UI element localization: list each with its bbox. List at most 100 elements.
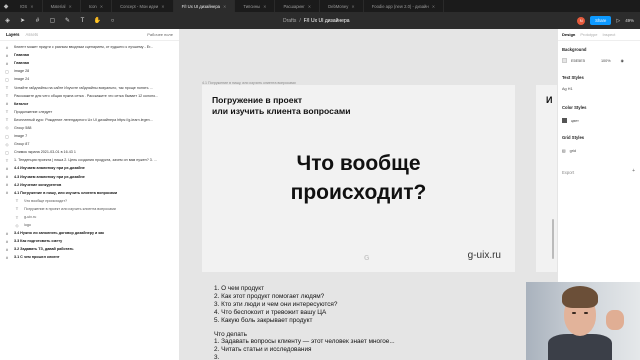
close-icon[interactable]: ✕ bbox=[263, 4, 266, 9]
tab-bar: ◆ IOS ✕ Material ✕ Icon ✕ Concept - Мои иде… bbox=[0, 0, 640, 12]
background-opacity[interactable]: 100% bbox=[601, 59, 611, 63]
layer-row[interactable]: #3.2 Задавать ТЗ, давай работать bbox=[0, 245, 179, 253]
slide-question: Что вообще происходит? bbox=[202, 149, 515, 207]
tab-ios[interactable]: IOS ✕ bbox=[12, 0, 43, 12]
layer-row[interactable]: T Бесплатный курс: Рождение легендарного … bbox=[0, 116, 179, 124]
layer-row[interactable]: T Продолжение следует bbox=[0, 108, 179, 116]
tab-material[interactable]: Material ✕ bbox=[43, 0, 81, 12]
add-export-icon[interactable]: + bbox=[632, 168, 635, 174]
figma-menu-icon[interactable]: ◆ bbox=[0, 0, 12, 12]
background-hex[interactable]: E5E5E5 bbox=[571, 59, 585, 63]
layer-label: Погружение в проект или изучить клиента … bbox=[24, 206, 116, 211]
layer-row[interactable]: #4.2 Изучение конкурентов bbox=[0, 181, 179, 189]
tab-design[interactable]: Design bbox=[562, 32, 575, 37]
layer-row[interactable]: T Расскажите для чего общая нужна сетка .… bbox=[0, 92, 179, 100]
layer-row[interactable]: # Главная bbox=[0, 59, 179, 67]
layer-row[interactable]: #3.1 С чем прошел клиент bbox=[0, 253, 179, 261]
main-menu-icon[interactable]: ◈ bbox=[0, 12, 15, 29]
tab-concept[interactable]: Concept - Мои идеи ✕ bbox=[112, 0, 174, 12]
layer-row[interactable]: # Главная bbox=[0, 51, 179, 59]
hand-tool-icon[interactable]: ✋ bbox=[90, 12, 105, 29]
background-swatch[interactable] bbox=[562, 58, 567, 63]
layer-row[interactable]: #4.1 Погружение в нишу, или изучить клие… bbox=[0, 189, 179, 197]
slide-frame[interactable]: Погружение в проект или изучить клиента … bbox=[202, 85, 515, 272]
tab-label: F/I Ux UI дизайнера bbox=[181, 3, 220, 9]
layer-type-icon: # bbox=[5, 254, 9, 260]
tab-foodie[interactable]: Foodie app (new 2.0) - дизайн ✕ bbox=[364, 0, 445, 12]
tab-sharing[interactable]: Расшаринг ✕ bbox=[275, 0, 321, 12]
layer-row[interactable]: ▢ image 7 bbox=[0, 132, 179, 140]
layer-row[interactable]: #3.4 Нужно ли заполнять договор дизайнер… bbox=[0, 229, 179, 237]
close-icon[interactable]: ✕ bbox=[351, 4, 354, 9]
canvas[interactable]: 4.1 Погружение в нишу, или изучить клиен… bbox=[180, 29, 557, 360]
tab-inspect[interactable]: Inspect bbox=[602, 32, 615, 37]
question-line: Что вообще bbox=[296, 152, 421, 175]
layer-row[interactable]: #4.3 Изучаем аналитику при ре-дизайне bbox=[0, 173, 179, 181]
present-icon[interactable]: ▷ bbox=[616, 18, 620, 24]
pen-tool-icon[interactable]: ✎ bbox=[60, 12, 75, 29]
tab-current-file[interactable]: F/I Ux UI дизайнера ✕ bbox=[173, 0, 236, 12]
tab-label: Concept - Мои идеи bbox=[120, 3, 159, 9]
tab-debmoney[interactable]: DebMoney ✕ bbox=[320, 0, 364, 12]
tab-icon[interactable]: Icon ✕ bbox=[81, 0, 113, 12]
close-icon[interactable]: ✕ bbox=[432, 4, 435, 9]
breadcrumb: Drafts / F/I Ux UI дизайнера bbox=[283, 12, 350, 29]
zoom-level[interactable]: 49% bbox=[625, 18, 634, 23]
color-style-row[interactable]: цвет bbox=[562, 118, 579, 123]
notes-text-block[interactable]: 1. О чем продукт 2. Как этот продукт пом… bbox=[214, 285, 395, 360]
close-icon[interactable]: ✕ bbox=[30, 4, 33, 9]
left-panel-tabs: Layers Assets Рабочее поле bbox=[0, 29, 179, 41]
layer-row[interactable]: T Что вообще происходит? bbox=[0, 197, 179, 205]
layer-label: 4.2 Изучение конкурентов bbox=[14, 182, 62, 187]
layer-row[interactable]: ▢ image 28 bbox=[0, 67, 179, 75]
layer-row[interactable]: ◇ logo bbox=[0, 221, 179, 229]
close-icon[interactable]: ✕ bbox=[68, 4, 71, 9]
tab-layers[interactable]: Layers bbox=[6, 32, 20, 37]
layer-row[interactable]: #4.4 Изучаем аналитику при ре-дизайне bbox=[0, 164, 179, 172]
close-icon[interactable]: ✕ bbox=[308, 4, 311, 9]
layer-row[interactable]: ▢ image 24 bbox=[0, 75, 179, 83]
eye-icon[interactable]: ◉ bbox=[621, 58, 624, 63]
layer-row[interactable]: # Клиент может придти с разным вводным сц… bbox=[0, 43, 179, 51]
presenter-eye bbox=[584, 312, 588, 314]
breadcrumb-current[interactable]: F/I Ux UI дизайнера bbox=[304, 18, 350, 24]
breadcrumb-parent[interactable]: Drafts bbox=[283, 18, 296, 24]
frame-tool-icon[interactable]: # bbox=[30, 12, 45, 29]
close-icon[interactable]: ✕ bbox=[223, 4, 226, 9]
grid-style-row[interactable]: ▥ grid bbox=[562, 148, 576, 154]
layer-row[interactable]: ◇ Group 588 bbox=[0, 124, 179, 132]
share-button[interactable]: Share bbox=[590, 16, 612, 25]
background-color-row[interactable]: E5E5E5 100% ◉ bbox=[562, 58, 624, 63]
shape-tool-icon[interactable]: ▢ bbox=[45, 12, 60, 29]
layer-row[interactable]: #3.3 Как подготовить смету bbox=[0, 237, 179, 245]
layer-label: 3.4 Нужно ли заполнять договор дизайнеру… bbox=[14, 231, 105, 236]
page-selector[interactable]: Рабочее поле bbox=[147, 32, 173, 37]
layer-row[interactable]: ◇ Group 87 bbox=[0, 140, 179, 148]
layer-label: Снимок экрана 2021-03-01 в 16.43 1 bbox=[14, 150, 76, 155]
layer-row[interactable]: T 1. Тенденция проекта | ниша 2. Цель соз… bbox=[0, 156, 179, 164]
slide-title-line: Погружение в проект bbox=[212, 95, 303, 105]
layer-label: Клиент может придти с разным вводным сце… bbox=[14, 45, 154, 50]
layer-type-icon: ▢ bbox=[5, 133, 9, 139]
tab-assets[interactable]: Assets bbox=[26, 32, 39, 37]
move-tool-icon[interactable]: ➤ bbox=[15, 12, 30, 29]
tab-tipsiny[interactable]: Типсины ✕ bbox=[235, 0, 276, 12]
tab-prototype[interactable]: Prototype bbox=[580, 32, 597, 37]
comment-tool-icon[interactable]: ○ bbox=[105, 12, 120, 29]
canvas-scrollbar[interactable] bbox=[552, 219, 554, 259]
text-tool-icon[interactable]: T bbox=[75, 12, 90, 29]
layer-row[interactable]: T Погружение в проект или изучить клиента… bbox=[0, 205, 179, 213]
layer-type-icon: T bbox=[15, 214, 19, 220]
layer-row[interactable]: ▢ Снимок экрана 2021-03-01 в 16.43 1 bbox=[0, 148, 179, 156]
layer-type-icon: T bbox=[5, 93, 9, 99]
layer-row[interactable]: Tg-uix.ru bbox=[0, 213, 179, 221]
text-style-item[interactable]: Ag Н1 bbox=[562, 87, 573, 91]
layer-label: g-uix.ru bbox=[24, 215, 37, 220]
close-icon[interactable]: ✕ bbox=[161, 4, 164, 9]
close-icon[interactable]: ✕ bbox=[100, 4, 103, 9]
layer-row[interactable]: # Каталог bbox=[0, 100, 179, 108]
layer-row[interactable]: T Читайте гайдлайны на сайте Изучите гайд… bbox=[0, 83, 179, 91]
avatar[interactable]: N bbox=[577, 16, 586, 25]
layer-label: Главная bbox=[14, 53, 29, 58]
layer-type-icon: # bbox=[5, 246, 9, 252]
